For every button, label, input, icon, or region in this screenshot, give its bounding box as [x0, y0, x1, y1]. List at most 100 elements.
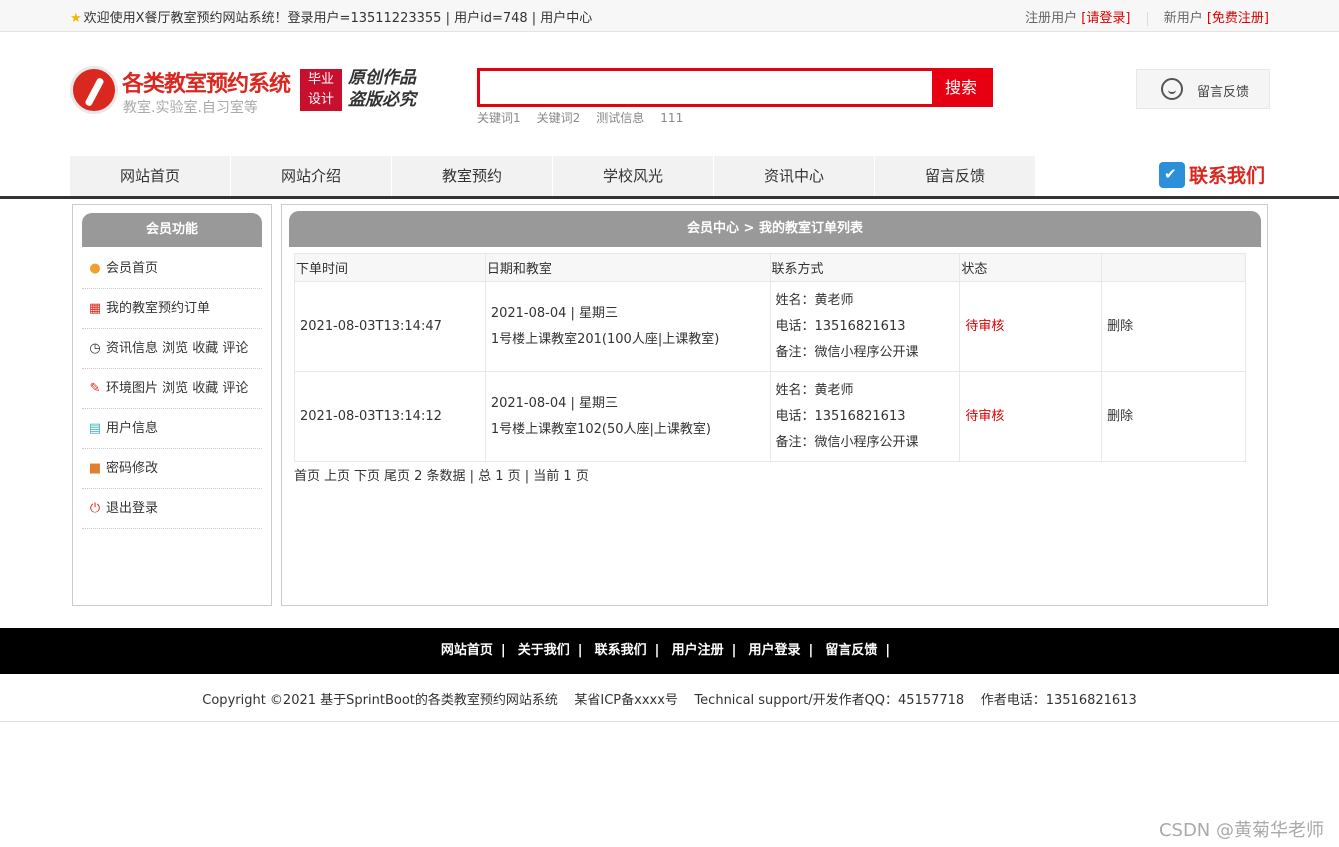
- search-button[interactable]: 搜索: [932, 71, 990, 104]
- keyword-link[interactable]: 关键词1: [477, 111, 521, 125]
- orders-table: 下单时间 日期和教室 联系方式 状态 2021-08-03T13:14:47 2…: [294, 253, 1246, 462]
- slogan-line-2: 盗版必究: [348, 90, 416, 110]
- panel-title: 会员中心 > 我的教室订单列表: [289, 211, 1261, 247]
- footer-link-home[interactable]: 网站首页: [441, 643, 493, 658]
- date-and-room: 2021-08-04 | 星期三 1号楼上课教室201(100人座|上课教室): [484, 281, 771, 372]
- pager-prev[interactable]: 上页: [324, 469, 350, 484]
- footer-link-contact[interactable]: 联系我们: [595, 643, 647, 658]
- booking-date: 2021-08-04 | 星期三: [490, 305, 619, 321]
- contact-note: 备注：微信小程序公开课: [775, 344, 919, 360]
- pager-first[interactable]: 首页: [294, 469, 320, 484]
- welcome-message: 欢迎使用X餐厅教室预约网站系统！登录用户=13511223355 | 用户id=…: [83, 11, 593, 26]
- nav-divider: [0, 196, 1339, 199]
- column-header: 下单时间: [294, 253, 486, 282]
- divider: [1146, 11, 1148, 26]
- badge-line-2: 设计: [307, 92, 334, 107]
- login-link[interactable]: [请登录]: [1081, 11, 1130, 26]
- phone-icon: [1159, 161, 1185, 188]
- sidebar-item-label: 用户信息: [106, 421, 159, 436]
- pager-last[interactable]: 尾页: [384, 469, 410, 484]
- footer-separator: |: [577, 643, 583, 658]
- footer-separator: |: [885, 643, 891, 658]
- column-header: 日期和教室: [484, 253, 771, 282]
- nav-item-scenery[interactable]: 学校风光: [553, 156, 714, 196]
- sidebar-menu: ● 会员首页 ▦ 我的教室预约订单 ◷ 资讯信息 浏览 收藏 评论 ✎ 环境图片 浏览 …: [82, 249, 262, 529]
- delete-link[interactable]: 删除: [1107, 319, 1133, 334]
- sidebar-item-label: 退出登录: [106, 501, 159, 516]
- sidebar-item-label: 密码修改: [106, 461, 159, 476]
- delete-link[interactable]: 删除: [1107, 409, 1133, 424]
- clock-icon: ◷: [89, 341, 101, 356]
- footer-link-about[interactable]: 关于我们: [518, 643, 570, 658]
- footer-separator: |: [500, 643, 506, 658]
- footer-link-register[interactable]: 用户注册: [672, 643, 724, 658]
- action-cell: 删除: [1101, 281, 1246, 372]
- room-name: 1号楼上课教室201(100人座|上课教室): [490, 331, 720, 347]
- graduation-badge: 毕业 设计: [300, 69, 342, 111]
- edit-icon: ✎: [89, 381, 101, 396]
- pager-next[interactable]: 下页: [354, 469, 380, 484]
- nav-item-booking[interactable]: 教室预约: [392, 156, 553, 196]
- nav-item-news[interactable]: 资讯中心: [714, 156, 875, 196]
- keyword-link[interactable]: 测试信息: [596, 111, 644, 125]
- sidebar-item-password[interactable]: ■ 密码修改: [82, 449, 262, 489]
- contact-us-link[interactable]: 联系我们: [1159, 161, 1265, 189]
- circle-icon: ●: [89, 261, 101, 276]
- slogan: 原创作品 盗版必究: [348, 67, 416, 111]
- auth-links: 注册用户 [请登录] 新用户 [免费注册]: [1025, 7, 1269, 26]
- sidebar-item-label: 会员首页: [106, 261, 159, 276]
- free-register-link[interactable]: [免费注册]: [1207, 11, 1269, 26]
- clipboard-icon: ▤: [88, 421, 102, 436]
- site-title: 各类教室预约系统: [122, 72, 291, 97]
- watermark: CSDN @黄菊华老师: [1158, 820, 1324, 841]
- footer-separator: |: [808, 643, 814, 658]
- headset-icon: [1161, 78, 1183, 100]
- sidebar-item-label: 我的教室预约订单: [106, 301, 211, 316]
- booking-date: 2021-08-04 | 星期三: [490, 395, 619, 411]
- nav-item-home[interactable]: 网站首页: [70, 156, 231, 196]
- search-input[interactable]: [480, 71, 932, 104]
- nav-item-feedback[interactable]: 留言反馈: [875, 156, 1036, 196]
- site-logo-icon[interactable]: [70, 66, 118, 114]
- contact-name: 姓名：黄老师: [775, 292, 854, 308]
- footer-link-feedback[interactable]: 留言反馈: [825, 643, 877, 658]
- sidebar-item-label: 环境图片 浏览 收藏 评论: [106, 381, 249, 396]
- orders-panel: 会员中心 > 我的教室订单列表 下单时间 日期和教室 联系方式 状态 2021-…: [281, 204, 1268, 606]
- contact-name: 姓名：黄老师: [775, 382, 854, 398]
- room-name: 1号楼上课教室102(50人座|上课教室): [490, 421, 711, 437]
- footer-separator: |: [654, 643, 660, 658]
- sidebar-item-photos[interactable]: ✎ 环境图片 浏览 收藏 评论: [82, 369, 262, 409]
- copyright-text: Copyright ©2021 基于SprintBoot的各类教室预约网站系统 …: [202, 693, 1137, 708]
- sidebar-item-logout[interactable]: ⏻ 退出登录: [82, 489, 262, 529]
- lock-icon: ■: [88, 461, 102, 476]
- feedback-button[interactable]: 留言反馈: [1136, 69, 1270, 109]
- footer-link-login[interactable]: 用户登录: [748, 643, 800, 658]
- keyword-link[interactable]: 关键词2: [537, 111, 581, 125]
- sidebar-item-user-info[interactable]: ▤ 用户信息: [82, 409, 262, 449]
- contact-info: 姓名：黄老师 电话：13516821613 备注：微信小程序公开课: [769, 371, 961, 462]
- contact-phone: 电话：13516821613: [775, 408, 906, 424]
- sidebar-title: 会员功能: [82, 213, 262, 247]
- table-row: 2021-08-03T13:14:12 2021-08-04 | 星期三 1号楼…: [294, 371, 1246, 462]
- new-user-label: 新用户: [1163, 11, 1203, 26]
- power-icon: ⏻: [89, 501, 101, 516]
- nav-item-intro[interactable]: 网站介绍: [231, 156, 392, 196]
- date-and-room: 2021-08-04 | 星期三 1号楼上课教室102(50人座|上课教室): [484, 371, 771, 462]
- sidebar-item-member-home[interactable]: ● 会员首页: [82, 249, 262, 289]
- keyword-link[interactable]: 111: [660, 111, 683, 125]
- contact-note: 备注：微信小程序公开课: [775, 434, 919, 450]
- star-icon: ★: [70, 11, 82, 26]
- feedback-label: 留言反馈: [1197, 85, 1250, 100]
- footer-nav: 网站首页 | 关于我们 | 联系我们 | 用户注册 | 用户登录 | 留言反馈 |: [0, 628, 1339, 674]
- contact-us-label: 联系我们: [1189, 165, 1266, 187]
- contact-info: 姓名：黄老师 电话：13516821613 备注：微信小程序公开课: [769, 281, 961, 372]
- grid-icon: ▦: [88, 301, 102, 316]
- contact-phone: 电话：13516821613: [775, 318, 906, 334]
- table-header-row: 下单时间 日期和教室 联系方式 状态: [294, 253, 1246, 282]
- footer-separator: |: [731, 643, 737, 658]
- sidebar-item-my-orders[interactable]: ▦ 我的教室预约订单: [82, 289, 262, 329]
- register-user-label: 注册用户: [1025, 11, 1078, 26]
- sidebar-item-news[interactable]: ◷ 资讯信息 浏览 收藏 评论: [82, 329, 262, 369]
- sidebar-item-label: 资讯信息 浏览 收藏 评论: [106, 341, 249, 356]
- column-header: 状态: [959, 253, 1103, 282]
